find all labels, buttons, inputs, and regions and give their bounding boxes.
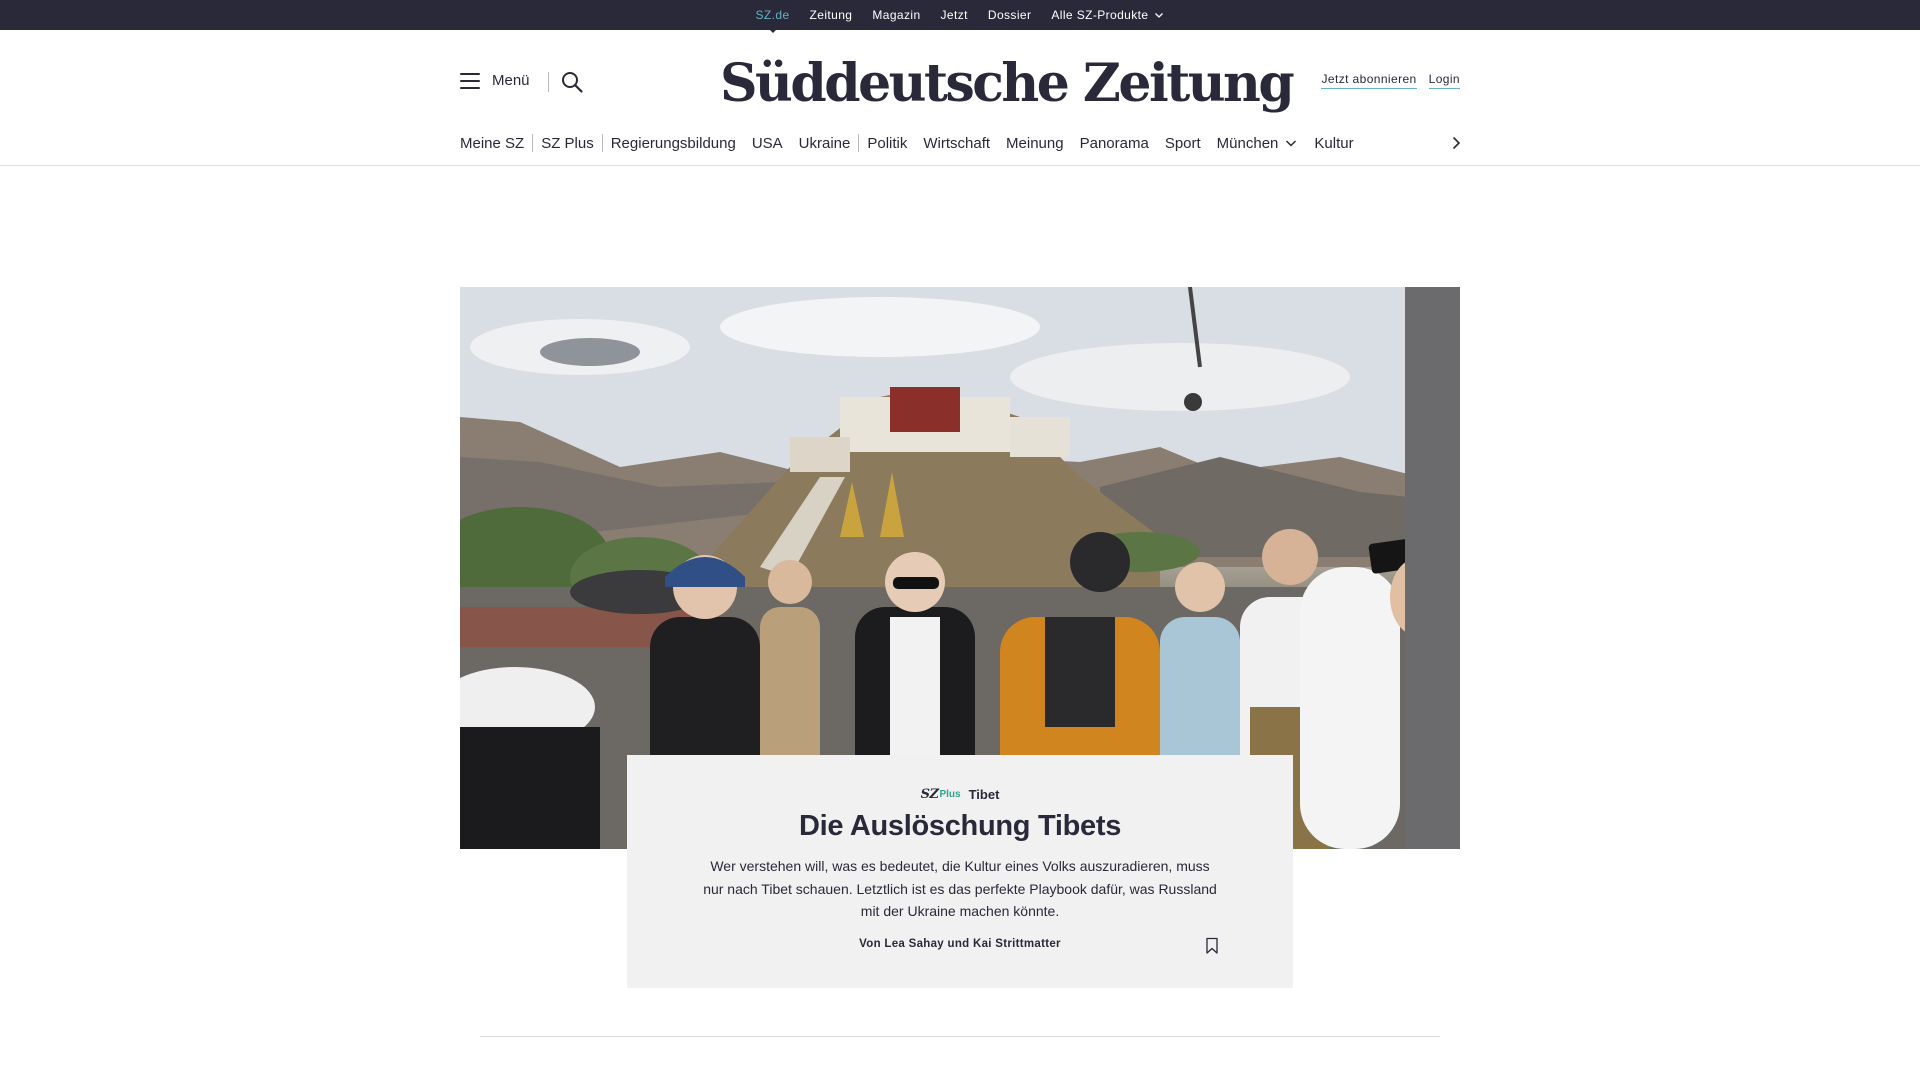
section-regierungsbildung[interactable]: Regierungsbildung xyxy=(603,135,744,152)
chevron-right-icon[interactable] xyxy=(1448,134,1464,152)
teaser-lead: Wer verstehen will, was es bedeutet, die… xyxy=(703,858,1217,919)
teaser-kicker: SZ Plus Tibet xyxy=(627,787,1293,802)
subscribe-link[interactable]: Jetzt abonnieren xyxy=(1321,72,1417,89)
sz-plus-logo-suffix: Plus xyxy=(939,789,961,800)
chevron-down-icon xyxy=(1286,140,1297,147)
menu-button[interactable]: Menü xyxy=(460,72,530,89)
site-header: Menü Süddeutsche Zeitung Jetzt abonniere… xyxy=(0,30,1920,166)
section-sz-plus[interactable]: SZ Plus xyxy=(533,135,602,152)
product-link-magazin[interactable]: Magazin xyxy=(872,8,920,22)
menu-label: Menü xyxy=(492,72,530,89)
account-links: Jetzt abonnieren Login xyxy=(1321,72,1460,89)
search-icon[interactable] xyxy=(560,70,584,94)
product-link-zeitung[interactable]: Zeitung xyxy=(810,8,853,22)
section-wirtschaft[interactable]: Wirtschaft xyxy=(915,135,998,152)
product-link-jetzt[interactable]: Jetzt xyxy=(941,8,968,22)
sz-plus-logo: SZ xyxy=(920,787,939,802)
menu-divider xyxy=(548,72,549,92)
product-link-sz-de[interactable]: SZ.de xyxy=(756,8,790,33)
teaser-byline: Von Lea Sahay und Kai Strittmatter xyxy=(859,938,1061,950)
section-usa[interactable]: USA xyxy=(744,135,791,152)
content-divider xyxy=(480,1036,1440,1037)
section-ukraine[interactable]: Ukraine xyxy=(791,135,859,152)
section-nav: Meine SZ SZ Plus Regierungsbildung USA U… xyxy=(460,130,1460,156)
product-link-dossier[interactable]: Dossier xyxy=(988,8,1031,22)
section-politik[interactable]: Politik xyxy=(859,135,915,152)
section-sport[interactable]: Sport xyxy=(1157,135,1209,152)
teaser-topic: Tibet xyxy=(968,787,1000,802)
login-link[interactable]: Login xyxy=(1428,72,1460,89)
product-link-alle-produkte-label: Alle SZ-Produkte xyxy=(1051,8,1149,22)
site-logo[interactable]: Süddeutsche Zeitung xyxy=(720,44,1295,124)
product-link-alle-produkte[interactable]: Alle SZ-Produkte xyxy=(1051,8,1164,22)
product-bar: SZ.de Zeitung Magazin Jetzt Dossier Alle… xyxy=(0,0,1920,33)
teaser-card: SZ Plus Tibet Die Auslöschung Tibets Wer… xyxy=(627,755,1293,988)
bookmark-icon[interactable] xyxy=(1205,937,1219,955)
section-meine-sz[interactable]: Meine SZ xyxy=(460,135,532,152)
section-meinung[interactable]: Meinung xyxy=(998,135,1072,152)
chevron-down-icon xyxy=(1155,13,1164,18)
teaser-headline[interactable]: Die Auslöschung Tibets xyxy=(627,810,1293,843)
section-muenchen-label: München xyxy=(1216,134,1279,152)
section-muenchen[interactable]: München xyxy=(1209,135,1307,152)
hamburger-icon xyxy=(460,72,480,89)
section-panorama[interactable]: Panorama xyxy=(1072,135,1157,152)
section-kultur[interactable]: Kultur xyxy=(1306,135,1361,152)
